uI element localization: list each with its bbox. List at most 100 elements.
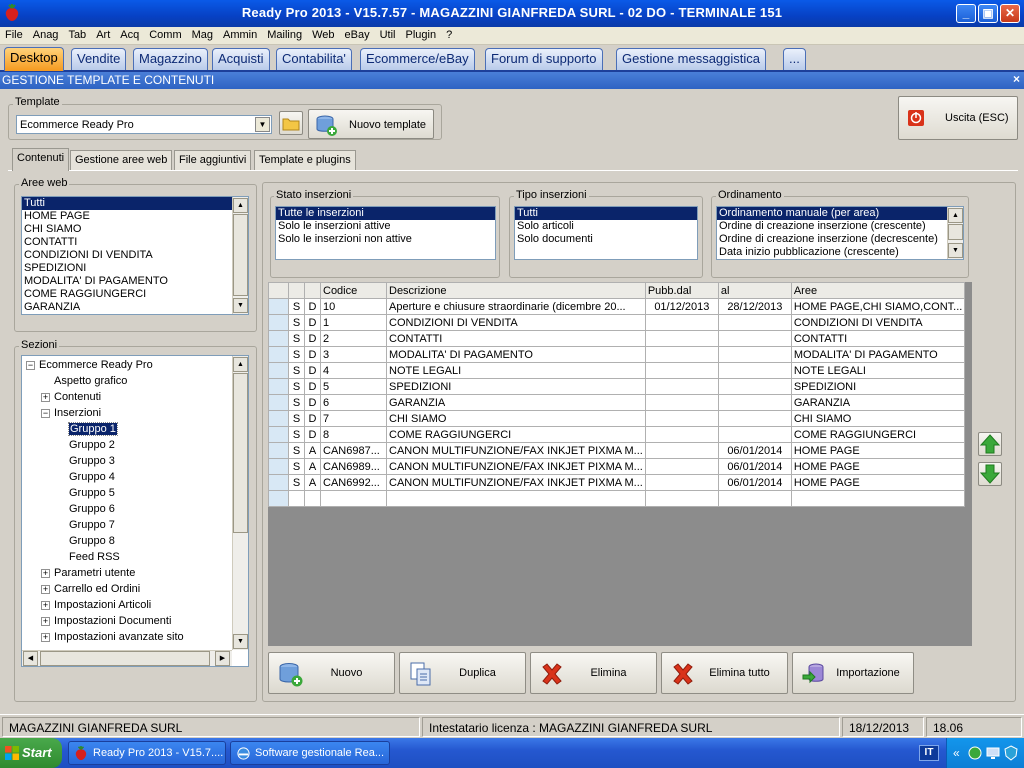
table-cell[interactable] bbox=[268, 378, 289, 395]
table-cell[interactable]: 28/12/2013 bbox=[717, 298, 792, 315]
window-titlebar[interactable]: Ready Pro 2013 - V15.7.57 - MAGAZZINI GI… bbox=[0, 0, 1024, 27]
table-cell[interactable] bbox=[386, 490, 646, 507]
menu-mailing[interactable]: Mailing bbox=[262, 27, 307, 41]
tab-forum-di-supporto[interactable]: Forum di supporto bbox=[485, 48, 603, 70]
table-cell[interactable] bbox=[644, 490, 719, 507]
table-cell[interactable]: D bbox=[304, 378, 321, 395]
menu-ammin[interactable]: Ammin bbox=[218, 27, 262, 41]
table-row[interactable]: S D 5 SPEDIZIONI SPEDIZIONI bbox=[268, 378, 966, 395]
sezioni-scrollbar[interactable]: ▲ ▼ bbox=[232, 356, 248, 650]
chevron-down-icon[interactable]: ▼ bbox=[255, 117, 270, 132]
table-cell[interactable]: CANON MULTIFUNZIONE/FAX INKJET PIXMA M..… bbox=[386, 442, 646, 459]
table-cell[interactable]: SPEDIZIONI bbox=[790, 378, 966, 395]
table-cell[interactable]: COME RAGGIUNGERCI bbox=[790, 426, 966, 443]
column-header[interactable] bbox=[304, 282, 321, 299]
table-row[interactable]: S A CAN6989... CANON MULTIFUNZIONE/FAX INKJ… bbox=[268, 458, 966, 475]
table-cell[interactable] bbox=[644, 314, 719, 331]
table-row[interactable] bbox=[268, 490, 966, 507]
table-cell[interactable]: NOTE LEGALI bbox=[790, 362, 966, 379]
table-cell[interactable] bbox=[644, 410, 719, 427]
tree-node[interactable]: Inserzioni bbox=[54, 407, 101, 419]
table-cell[interactable]: 10 bbox=[320, 298, 387, 315]
tree-node[interactable]: Gruppo 5 bbox=[69, 487, 115, 499]
importazione-button[interactable]: Importazione bbox=[792, 652, 914, 694]
menu-acq[interactable]: Acq bbox=[115, 27, 144, 41]
tab-desktop[interactable]: Desktop bbox=[4, 47, 64, 71]
menu-comm[interactable]: Comm bbox=[144, 27, 186, 41]
monitor-icon[interactable] bbox=[985, 745, 1001, 761]
table-cell[interactable] bbox=[268, 410, 289, 427]
inserzioni-grid[interactable]: Codice Descrizione Pubb.dal al Aree S D 10 Aper… bbox=[268, 282, 972, 646]
table-cell[interactable]: S bbox=[288, 394, 305, 411]
menu-plugin[interactable]: Plugin bbox=[401, 27, 442, 41]
new-template-button[interactable]: Nuovo template bbox=[308, 109, 434, 139]
table-cell[interactable]: CONDIZIONI DI VENDITA bbox=[386, 314, 646, 331]
tab-gestione-messaggistica[interactable]: Gestione messaggistica bbox=[616, 48, 767, 70]
table-cell[interactable] bbox=[717, 410, 792, 427]
table-cell[interactable]: CAN6989... bbox=[320, 458, 387, 475]
table-cell[interactable]: D bbox=[304, 298, 321, 315]
tree-collapse-icon[interactable]: − bbox=[41, 409, 50, 418]
table-cell[interactable]: A bbox=[304, 442, 321, 459]
table-cell[interactable]: S bbox=[288, 410, 305, 427]
ordinamento-item[interactable]: Ordine di creazione inserzione (crescent… bbox=[717, 220, 963, 233]
taskbar-item-browser[interactable]: Software gestionale Rea... bbox=[230, 741, 390, 765]
scroll-thumb[interactable] bbox=[948, 224, 963, 240]
table-cell[interactable]: GARANZIA bbox=[790, 394, 966, 411]
menu-tab[interactable]: Tab bbox=[63, 27, 91, 41]
scroll-thumb[interactable] bbox=[233, 214, 248, 296]
table-row[interactable]: S D 6 GARANZIA GARANZIA bbox=[268, 394, 966, 411]
table-cell[interactable] bbox=[644, 426, 719, 443]
table-cell[interactable] bbox=[644, 458, 719, 475]
table-cell[interactable]: 1 bbox=[320, 314, 387, 331]
table-cell[interactable] bbox=[268, 490, 289, 507]
table-cell[interactable] bbox=[644, 474, 719, 491]
aree-web-item[interactable]: HOME PAGE bbox=[22, 210, 248, 223]
tipo-inserzioni-item[interactable]: Solo articoli bbox=[515, 220, 697, 233]
minimize-button[interactable]: _ bbox=[956, 4, 976, 23]
table-cell[interactable]: MODALITA' DI PAGAMENTO bbox=[790, 346, 966, 363]
table-cell[interactable] bbox=[268, 362, 289, 379]
table-cell[interactable] bbox=[717, 330, 792, 347]
table-cell[interactable] bbox=[320, 490, 387, 507]
table-cell[interactable]: 5 bbox=[320, 378, 387, 395]
table-row[interactable]: S D 1 CONDIZIONI DI VENDITA CONDIZIONI DI VE… bbox=[268, 314, 966, 331]
table-cell[interactable]: Aperture e chiusure straordinarie (dicem… bbox=[386, 298, 646, 315]
aree-web-item[interactable]: CONDIZIONI DI VENDITA bbox=[22, 249, 248, 262]
table-cell[interactable]: 8 bbox=[320, 426, 387, 443]
tab-acquisti[interactable]: Acquisti bbox=[212, 48, 270, 70]
table-cell[interactable] bbox=[268, 426, 289, 443]
table-cell[interactable]: D bbox=[304, 330, 321, 347]
table-cell[interactable] bbox=[268, 346, 289, 363]
tree-node[interactable]: Feed RSS bbox=[69, 551, 120, 563]
table-cell[interactable]: GARANZIA bbox=[386, 394, 646, 411]
scroll-up-icon[interactable]: ▲ bbox=[233, 357, 248, 372]
table-cell[interactable]: S bbox=[288, 426, 305, 443]
aree-web-item[interactable]: COME RAGGIUNGERCI bbox=[22, 288, 248, 301]
template-select[interactable]: Ecommerce Ready Pro ▼ bbox=[16, 115, 272, 134]
table-cell[interactable]: D bbox=[304, 314, 321, 331]
table-cell[interactable]: COME RAGGIUNGERCI bbox=[386, 426, 646, 443]
tree-node[interactable]: Gruppo 8 bbox=[69, 535, 115, 547]
scroll-thumb[interactable] bbox=[233, 373, 248, 533]
tree-node[interactable]: Ecommerce Ready Pro bbox=[39, 359, 153, 371]
table-cell[interactable] bbox=[644, 394, 719, 411]
table-cell[interactable] bbox=[717, 378, 792, 395]
table-cell[interactable]: 2 bbox=[320, 330, 387, 347]
table-row[interactable]: S A CAN6987... CANON MULTIFUNZIONE/FAX INKJ… bbox=[268, 442, 966, 459]
menu-file[interactable]: File bbox=[0, 27, 28, 41]
table-cell[interactable] bbox=[717, 426, 792, 443]
section-close-icon[interactable]: × bbox=[1013, 72, 1020, 86]
menu-anag[interactable]: Anag bbox=[28, 27, 64, 41]
tab-vendite[interactable]: Vendite bbox=[71, 48, 127, 70]
scroll-down-icon[interactable]: ▼ bbox=[233, 634, 248, 649]
table-cell[interactable]: A bbox=[304, 458, 321, 475]
tree-node[interactable]: Gruppo 7 bbox=[69, 519, 115, 531]
table-row[interactable]: S D 3 MODALITA' DI PAGAMENTO MODALITA' DI PA… bbox=[268, 346, 966, 363]
table-cell[interactable] bbox=[717, 394, 792, 411]
hscroll-thumb[interactable] bbox=[40, 651, 210, 666]
tree-node[interactable]: Impostazioni Documenti bbox=[54, 615, 171, 627]
tray-expand-icon[interactable]: « bbox=[953, 746, 960, 760]
tab-ecommerce-ebay[interactable]: Ecommerce/eBay bbox=[360, 48, 475, 70]
table-cell[interactable]: SPEDIZIONI bbox=[386, 378, 646, 395]
